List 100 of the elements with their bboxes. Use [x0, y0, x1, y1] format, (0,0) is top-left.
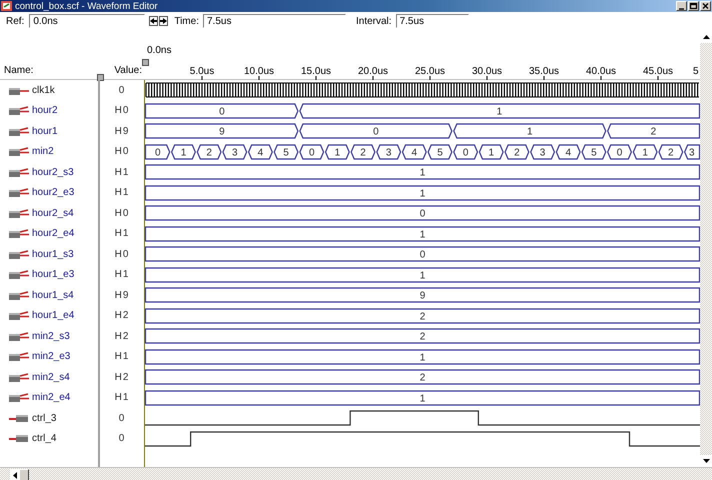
bus-segment: 2 — [607, 123, 700, 139]
signal-name[interactable]: hour1_s4 — [32, 290, 74, 301]
bus-segment: 2 — [658, 144, 684, 160]
time-tick-label: 30.0us — [472, 66, 502, 77]
signal-value: H1 — [114, 228, 130, 240]
signal-name[interactable]: min2_s3 — [32, 330, 70, 342]
column-handle[interactable] — [97, 74, 104, 81]
signal-name[interactable]: hour1_e3 — [32, 269, 74, 280]
bus-segment: 3 — [684, 144, 700, 160]
signal-name[interactable]: min2 — [32, 146, 54, 158]
bus-segment: 2 — [196, 144, 222, 160]
bus-segment: 1 — [478, 144, 504, 160]
bus-segment: 0 — [145, 102, 299, 118]
time-tick-label: 25.0us — [414, 66, 446, 77]
signal-value: H0 — [114, 248, 130, 260]
down-arrow-icon — [702, 459, 710, 463]
bus-segment: 4 — [402, 144, 427, 160]
bus-segment: 2 — [504, 144, 530, 160]
next-button[interactable] — [159, 16, 168, 26]
window-title: control_box.scf - Waveform Editor — [15, 0, 159, 12]
input-pin-icon — [9, 372, 29, 382]
output-pin-icon — [9, 414, 29, 423]
signal-name[interactable]: min2_e4 — [32, 392, 70, 404]
scroll-left-button[interactable] — [10, 469, 19, 480]
cursor-time-label: 0.0ns — [147, 45, 172, 56]
input-pin-icon — [9, 106, 29, 116]
time-tick-label: 5 — [693, 66, 699, 77]
input-pin-icon — [9, 332, 29, 341]
input-pin-icon — [9, 126, 29, 136]
signal-name[interactable]: hour2 — [32, 105, 58, 116]
time-tick-label: 35.0us — [528, 66, 560, 77]
previous-button[interactable] — [149, 16, 158, 26]
signal-name[interactable]: clk1k — [32, 84, 55, 96]
signal-name[interactable]: hour1 — [32, 126, 58, 137]
time-field[interactable]: 7.5us — [202, 14, 346, 28]
signal-name[interactable]: hour1_e4 — [32, 310, 74, 322]
signal-value: H9 — [114, 126, 130, 137]
time-tick-label: 40.0us — [586, 66, 616, 77]
input-pin-icon — [9, 188, 29, 198]
signal-value: 0 — [118, 433, 126, 444]
bus-segment: 0 — [145, 246, 700, 262]
bus-segment: 1 — [145, 390, 700, 406]
cursor-handle[interactable] — [142, 59, 149, 66]
bus-segment: 1 — [453, 123, 606, 139]
bus-segment: 4 — [248, 144, 273, 160]
left-arrow-icon — [150, 18, 158, 24]
input-pin-icon — [9, 229, 29, 238]
bus-segment: 1 — [171, 144, 196, 160]
signal-name[interactable]: hour2_e3 — [32, 187, 74, 198]
signal-name[interactable]: hour2_s3 — [32, 166, 74, 178]
input-pin-icon — [9, 311, 29, 320]
time-tick-label: 10.0us — [244, 66, 274, 77]
signal-value: H2 — [114, 330, 130, 342]
bus-segment: 5 — [428, 144, 452, 160]
signal-value: H0 — [114, 146, 130, 158]
signal-value: 0 — [118, 84, 126, 96]
bus-segment: 5 — [274, 144, 299, 160]
close-button[interactable] — [700, 1, 711, 11]
right-arrow-icon — [160, 18, 168, 24]
signal-value: H1 — [114, 269, 130, 280]
left-arrow-icon — [12, 472, 16, 478]
value-column-header: Value: — [114, 65, 142, 76]
input-pin-icon — [9, 147, 29, 156]
input-pin-icon — [9, 270, 29, 280]
time-tick-label: 45.0us — [642, 66, 674, 77]
input-pin-icon — [9, 393, 29, 402]
signal-name[interactable]: ctrl_3 — [32, 412, 56, 424]
bus-segment: 1 — [324, 144, 350, 160]
time-tick-label: 5.0us — [190, 66, 214, 77]
signal-value: H1 — [114, 166, 130, 178]
maximize-button[interactable] — [688, 1, 699, 11]
scroll-thumb[interactable] — [19, 469, 29, 480]
bus-segment: 5 — [581, 144, 606, 160]
input-pin-icon — [9, 86, 29, 95]
input-pin-icon — [9, 208, 29, 218]
scroll-down-button[interactable] — [700, 455, 712, 467]
signal-name[interactable]: hour1_s3 — [32, 248, 74, 260]
time-tick-label: 20.0us — [358, 66, 388, 77]
bus-segment: 9 — [145, 287, 700, 303]
bus-segment: 3 — [222, 144, 248, 160]
signal-name[interactable]: min2_s4 — [32, 372, 70, 383]
signal-value: H1 — [114, 392, 130, 404]
signal-name[interactable]: min2_e3 — [32, 351, 70, 362]
close-icon — [701, 2, 710, 10]
interval-field[interactable]: 7.5us — [396, 14, 469, 28]
bus-segment: 3 — [376, 144, 402, 160]
bus-segment: 2 — [145, 369, 700, 385]
minimize-button[interactable] — [676, 1, 687, 11]
bus-segment: 2 — [145, 328, 700, 344]
bus-segment: 1 — [145, 184, 700, 200]
bus-segment: 2 — [350, 144, 376, 160]
maximize-icon — [689, 2, 698, 10]
bus-segment: 0 — [299, 144, 324, 160]
signal-name[interactable]: hour2_s4 — [32, 208, 74, 219]
name-column-header: Name: — [4, 65, 34, 76]
signal-name[interactable]: hour2_e4 — [32, 228, 74, 240]
ref-field[interactable]: 0.0ns — [29, 14, 146, 28]
bus-segment: 3 — [530, 144, 556, 160]
input-pin-icon — [9, 290, 29, 300]
signal-name[interactable]: ctrl_4 — [32, 433, 56, 444]
